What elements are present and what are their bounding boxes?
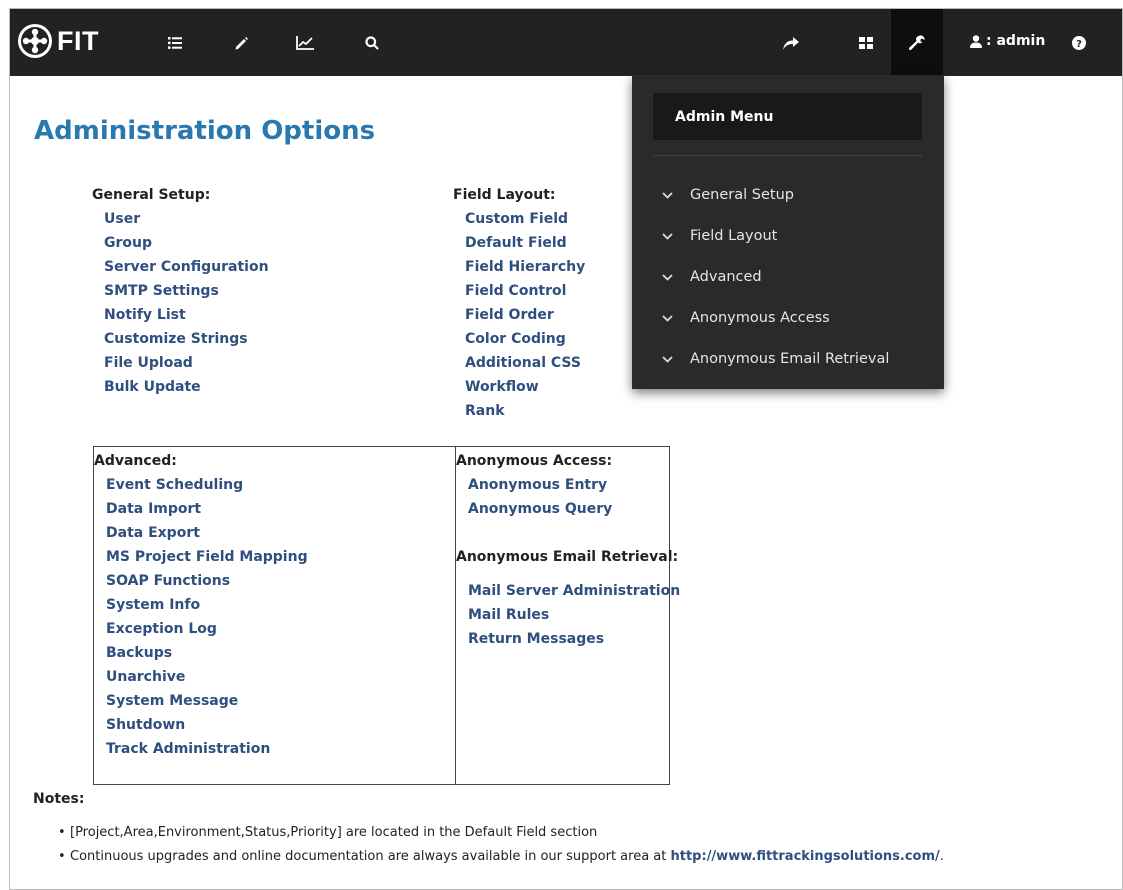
notes-list: [Project,Area,Environment,Status,Priorit… [58,821,944,869]
link-customize-strings[interactable]: Customize Strings [92,327,269,351]
menu-divider [653,155,922,156]
general-setup-section: General Setup: User Group Server Configu… [92,183,269,399]
link-field-order[interactable]: Field Order [453,303,585,327]
chevron-down-icon [662,191,674,199]
link-rank[interactable]: Rank [453,399,585,423]
link-mail-server-administration[interactable]: Mail Server Administration [456,579,680,603]
note-item: Continuous upgrades and online documenta… [58,845,944,869]
wrench-icon[interactable] [903,29,931,57]
options-table: Advanced: Event Scheduling Data Import D… [93,446,680,785]
chevron-down-icon [662,232,674,240]
link-data-export[interactable]: Data Export [94,521,308,545]
help-icon[interactable]: ? [1065,29,1093,57]
page-title: Administration Options [34,116,376,146]
note-text: [Project,Area,Environment,Status,Priorit… [70,825,598,840]
anonymous-access-section: Anonymous Access: Anonymous Entry Anonym… [456,449,612,521]
top-navbar: FIT : admin ? [10,9,1122,76]
brand-logo[interactable]: FIT [18,23,99,59]
link-smtp-settings[interactable]: SMTP Settings [92,279,269,303]
support-link[interactable]: http://www.fittrackingsolutions.com/ [671,849,940,864]
chevron-down-icon [662,314,674,322]
menu-item-label: Anonymous Email Retrieval [690,351,890,367]
field-layout-section: Field Layout: Custom Field Default Field… [453,183,585,423]
admin-menu-dropdown: Admin Menu General Setup Field Layout Ad… [632,75,944,389]
link-additional-css[interactable]: Additional CSS [453,351,585,375]
list-icon[interactable] [161,29,189,57]
chevron-down-icon [662,355,674,363]
menu-item-label: Field Layout [690,228,778,244]
link-backups[interactable]: Backups [94,641,308,665]
pencil-icon[interactable] [227,29,255,57]
link-server-configuration[interactable]: Server Configuration [92,255,269,279]
link-field-control[interactable]: Field Control [453,279,585,303]
link-exception-log[interactable]: Exception Log [94,617,308,641]
link-data-import[interactable]: Data Import [94,497,308,521]
puzzle-logo-icon [18,24,52,58]
anonymous-email-section: Anonymous Email Retrieval: Mail Server A… [456,545,680,651]
user-label: : admin [986,33,1046,49]
link-color-coding[interactable]: Color Coding [453,327,585,351]
link-return-messages[interactable]: Return Messages [456,627,680,651]
chevron-down-icon [662,273,674,281]
link-track-administration[interactable]: Track Administration [94,737,308,761]
link-group[interactable]: Group [92,231,269,255]
note-item: [Project,Area,Environment,Status,Priorit… [58,821,944,845]
link-system-message[interactable]: System Message [94,689,308,713]
grid-icon[interactable] [852,29,880,57]
link-notify-list[interactable]: Notify List [92,303,269,327]
link-mail-rules[interactable]: Mail Rules [456,603,680,627]
link-field-hierarchy[interactable]: Field Hierarchy [453,255,585,279]
link-user[interactable]: User [92,207,269,231]
link-anonymous-query[interactable]: Anonymous Query [456,497,612,521]
user-icon [970,34,982,48]
section-title: Field Layout: [453,187,556,203]
section-title: Anonymous Email Retrieval: [456,549,679,565]
note-suffix: . [939,849,944,864]
section-title: Anonymous Access: [456,453,613,469]
user-menu[interactable]: : admin [970,33,1045,49]
link-workflow[interactable]: Workflow [453,375,585,399]
menu-item-advanced[interactable]: Advanced [662,265,762,289]
brand-name: FIT [57,25,99,56]
menu-item-general-setup[interactable]: General Setup [662,183,794,207]
link-anonymous-entry[interactable]: Anonymous Entry [456,473,612,497]
link-system-info[interactable]: System Info [94,593,308,617]
section-title: General Setup: [92,187,211,203]
link-ms-project-field-mapping[interactable]: MS Project Field Mapping [94,545,308,569]
link-soap-functions[interactable]: SOAP Functions [94,569,308,593]
menu-item-label: Advanced [690,269,762,285]
link-unarchive[interactable]: Unarchive [94,665,308,689]
link-file-upload[interactable]: File Upload [92,351,269,375]
link-custom-field[interactable]: Custom Field [453,207,585,231]
section-title: Advanced: [94,453,177,469]
search-icon[interactable] [358,29,386,57]
app-frame: FIT : admin ? Administration Options Gen… [9,8,1123,890]
svg-text:?: ? [1076,39,1082,50]
link-bulk-update[interactable]: Bulk Update [92,375,269,399]
menu-item-anonymous-access[interactable]: Anonymous Access [662,306,830,330]
chart-icon[interactable] [291,29,319,57]
note-text: Continuous upgrades and online documenta… [70,849,671,864]
menu-item-anonymous-email-retrieval[interactable]: Anonymous Email Retrieval [662,347,889,371]
link-default-field[interactable]: Default Field [453,231,585,255]
link-shutdown[interactable]: Shutdown [94,713,308,737]
notes-label: Notes: [33,791,85,807]
menu-item-label: General Setup [690,187,794,203]
menu-item-label: Anonymous Access [690,310,830,326]
share-icon[interactable] [777,29,805,57]
link-event-scheduling[interactable]: Event Scheduling [94,473,308,497]
admin-menu-header: Admin Menu [653,93,922,140]
advanced-section: Advanced: Event Scheduling Data Import D… [94,449,308,761]
menu-item-field-layout[interactable]: Field Layout [662,224,777,248]
